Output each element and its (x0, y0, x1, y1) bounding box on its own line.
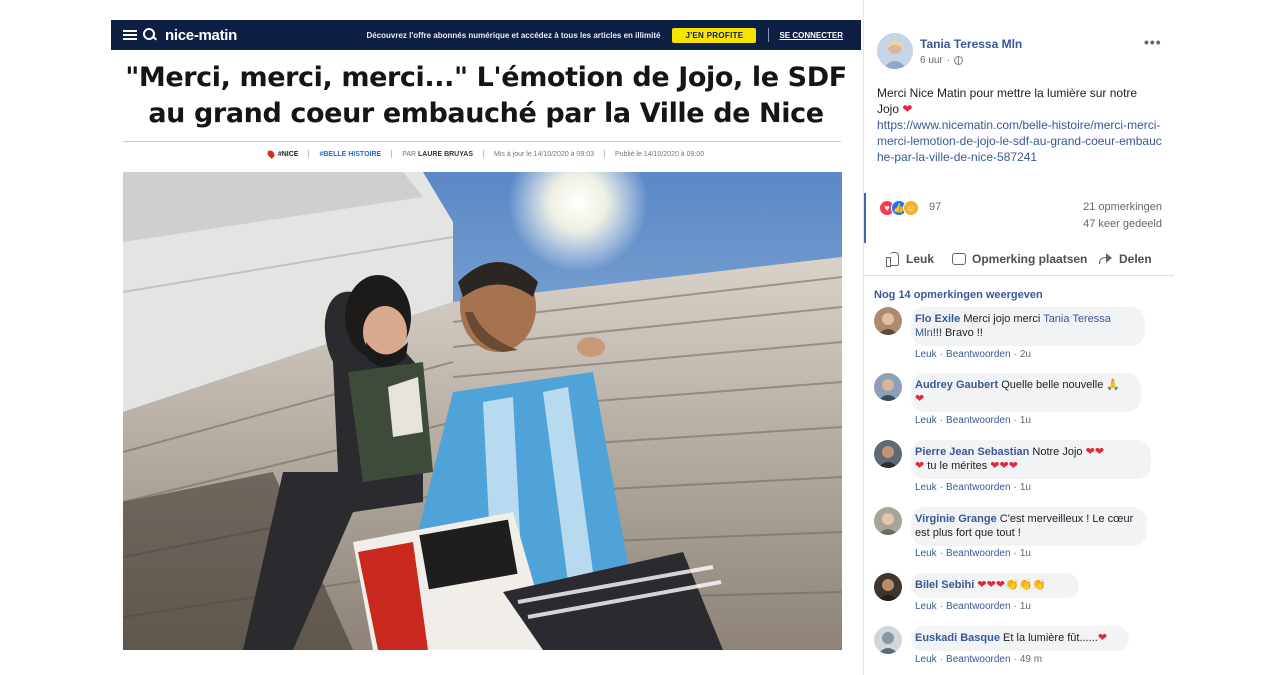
shares-count[interactable]: 47 keer gedeeld (1083, 218, 1162, 230)
comment-reply-link[interactable]: Beantwoorden (946, 482, 1011, 493)
byline: PAR LAURE BRUYAS (402, 150, 473, 158)
reaction-count[interactable]: 97 (929, 201, 941, 213)
nicematin-logo: nice-matin (165, 26, 238, 44)
comment-actions: Leuk · Beantwoorden · 1u (915, 548, 1031, 559)
commenter-name[interactable]: Audrey Gaubert (915, 379, 998, 391)
commenter-name[interactable]: Virginie Grange (915, 513, 997, 525)
comment-like-link[interactable]: Leuk (915, 482, 937, 493)
comment-like-link[interactable]: Leuk (915, 548, 937, 559)
globe-icon (954, 56, 964, 65)
comment-reply-link[interactable]: Beantwoorden (946, 349, 1011, 360)
comment-age[interactable]: 1u (1020, 482, 1031, 493)
post-actions: Leuk Opmerking plaatsen Delen (864, 244, 1174, 276)
share-arrow-icon (1098, 253, 1113, 265)
comment-age[interactable]: 1u (1020, 601, 1031, 612)
comment-actions: Leuk · Beantwoorden · 49 m (915, 654, 1043, 665)
commenter-name[interactable]: Pierre Jean Sebastian (915, 446, 1029, 458)
subscription-offer-text: Découvrez l'offre abonnés numérique et a… (366, 30, 661, 40)
comment-reply-link[interactable]: Beantwoorden (946, 548, 1011, 559)
comment-age[interactable]: 1u (1020, 548, 1031, 559)
commenter-name[interactable]: Bilel Sebihi (915, 579, 974, 591)
share-button[interactable]: Delen (1098, 252, 1152, 266)
thumbs-up-icon (886, 252, 900, 267)
commenter-name[interactable]: Euskadi Basque (915, 632, 1000, 644)
reaction-icons[interactable]: ♥ 👍 ☺ (879, 200, 919, 216)
author-avatar[interactable] (877, 33, 913, 69)
more-options-icon[interactable]: ••• (1144, 34, 1162, 50)
comment-like-link[interactable]: Leuk (915, 654, 937, 665)
commenter-name[interactable]: Flo Exile (915, 313, 960, 325)
heart-emoji: ❤ (902, 102, 913, 116)
commenter-avatar[interactable] (874, 307, 902, 335)
comments-count[interactable]: 21 opmerkingen (1083, 201, 1162, 213)
topbar-divider (768, 28, 770, 42)
care-reaction-icon: ☺ (903, 200, 919, 216)
commenter-avatar[interactable] (874, 626, 902, 654)
comment-bubble: Bilel Sebihi ❤❤❤👏👏👏 (911, 573, 1079, 598)
view-more-comments-link[interactable]: Nog 14 opmerkingen weergeven (874, 289, 1043, 301)
article-headline: "Merci, merci, merci..." L'émotion de Jo… (125, 62, 847, 129)
comment-actions: Leuk · Beantwoorden · 1u (915, 601, 1031, 612)
comment-bubble: Flo Exile Merci jojo merci Tania Teressa… (911, 307, 1145, 346)
nicematin-topbar: nice-matin Découvrez l'offre abonnés num… (111, 20, 861, 50)
comment-actions: Leuk · Beantwoorden · 1u (915, 482, 1031, 493)
comment-like-link[interactable]: Leuk (915, 415, 937, 426)
article-meta: #NICE #BELLE HISTOIRE PAR LAURE BRUYAS M… (111, 149, 861, 159)
post-body: Merci Nice Matin pour mettre la lumière … (877, 85, 1162, 165)
post-author-name[interactable]: Tania Teressa Mln (920, 37, 1022, 51)
like-button[interactable]: Leuk (886, 252, 934, 267)
jen-profite-button: J'EN PROFITE (672, 27, 757, 43)
comment-like-link[interactable]: Leuk (915, 349, 937, 360)
post-timestamp: 6 uur · (920, 55, 964, 66)
hamburger-menu-icon (123, 30, 137, 40)
comment-age[interactable]: 1u (1020, 415, 1031, 426)
updated-date: Mis à jour le 14/10/2020 à 09:03 (494, 150, 595, 158)
location-pin-icon (265, 149, 276, 159)
article-screenshot: nice-matin Découvrez l'offre abonnés num… (111, 20, 861, 655)
comment-button[interactable]: Opmerking plaatsen (952, 252, 1087, 266)
comment-reply-link[interactable]: Beantwoorden (946, 601, 1011, 612)
comment-bubble-icon (952, 253, 966, 265)
commenter-avatar[interactable] (874, 507, 902, 535)
comment-bubble: Audrey Gaubert Quelle belle nouvelle 🙏 ❤ (911, 373, 1141, 412)
facebook-post-panel: Tania Teressa Mln 6 uur · ••• Merci Nice… (864, 0, 1261, 675)
article-photo (123, 172, 842, 650)
published-date: Publié le 14/10/2020 à 09:00 (615, 150, 705, 158)
reactions-summary: ♥ 👍 ☺ 97 21 opmerkingen 47 keer gedeeld (864, 193, 1174, 243)
commenter-avatar[interactable] (874, 573, 902, 601)
tag-belle-histoire: #BELLE HISTOIRE (319, 150, 382, 158)
comment-age[interactable]: 49 m (1020, 654, 1042, 665)
comment-reply-link[interactable]: Beantwoorden (946, 654, 1011, 665)
search-icon (143, 28, 157, 42)
commenter-avatar[interactable] (874, 373, 902, 401)
se-connecter-link: SE CONNECTER (779, 30, 843, 40)
tag-nice: #NICE (277, 150, 299, 158)
comment-bubble: Pierre Jean Sebastian Notre Jojo ❤❤ ❤ tu… (911, 440, 1151, 479)
commenter-avatar[interactable] (874, 440, 902, 468)
post-text: Merci Nice Matin pour mettre la lumière … (877, 86, 1138, 116)
comment-reply-link[interactable]: Beantwoorden (946, 415, 1011, 426)
comment-like-link[interactable]: Leuk (915, 601, 937, 612)
headline-divider (123, 141, 841, 142)
article-link[interactable]: https://www.nicematin.com/belle-histoire… (877, 117, 1162, 165)
comment-actions: Leuk · Beantwoorden · 2u (915, 349, 1031, 360)
comment-age[interactable]: 2u (1020, 349, 1031, 360)
comment-bubble: Virginie Grange C'est merveilleux ! Le c… (911, 507, 1147, 546)
comment-bubble: Euskadi Basque Et la lumière fût......❤ (911, 626, 1129, 651)
comment-actions: Leuk · Beantwoorden · 1u (915, 415, 1031, 426)
